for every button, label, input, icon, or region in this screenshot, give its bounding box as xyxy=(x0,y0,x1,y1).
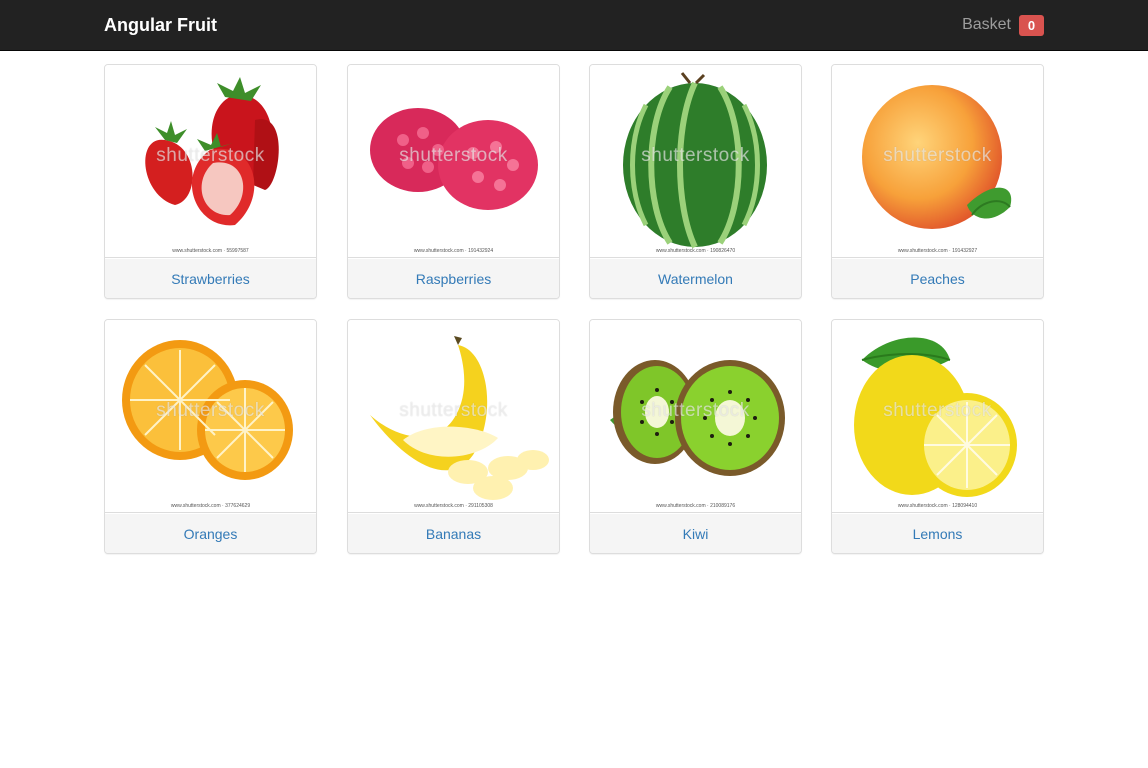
product-card-strawberries[interactable]: shutterstock www.shutterstock.com · 5599… xyxy=(104,64,317,299)
peach-icon xyxy=(862,85,1012,229)
product-card-oranges[interactable]: shutterstock www.shutterstock.com · 3776… xyxy=(104,319,317,554)
product-image[interactable]: shutterstock www.shutterstock.com · 1914… xyxy=(348,65,559,258)
product-image[interactable]: shutterstock www.shutterstock.com · 5599… xyxy=(105,65,316,258)
product-name[interactable]: Lemons xyxy=(832,514,1043,553)
product-name[interactable]: Strawberries xyxy=(105,259,316,298)
product-card-peaches[interactable]: shutterstock www.shutterstock.com · 1914… xyxy=(831,64,1044,299)
product-image[interactable]: shutterstock www.shutterstock.com · 2100… xyxy=(590,320,801,513)
product-card-watermelon[interactable]: shutterstock www.shutterstock.com · 1908… xyxy=(589,64,802,299)
basket-link[interactable]: Basket 0 xyxy=(962,14,1044,36)
product-card-raspberries[interactable]: shutterstock www.shutterstock.com · 1914… xyxy=(347,64,560,299)
product-name[interactable]: Raspberries xyxy=(348,259,559,298)
product-card-bananas[interactable]: shutterstock www.shutterstock.com · 2911… xyxy=(347,319,560,554)
product-image[interactable]: shutterstock www.shutterstock.com · 2911… xyxy=(348,320,559,513)
product-image[interactable]: shutterstock www.shutterstock.com · 1908… xyxy=(590,65,801,258)
banana-icon xyxy=(370,336,549,500)
kiwi-icon xyxy=(610,360,785,476)
product-name[interactable]: Kiwi xyxy=(590,514,801,553)
product-name[interactable]: Peaches xyxy=(832,259,1043,298)
navbar: Angular Fruit Basket 0 xyxy=(0,0,1148,51)
basket-count-badge: 0 xyxy=(1019,14,1044,36)
product-name[interactable]: Oranges xyxy=(105,514,316,553)
product-name[interactable]: Bananas xyxy=(348,514,559,553)
product-name[interactable]: Watermelon xyxy=(590,259,801,298)
basket-label: Basket xyxy=(962,16,1011,33)
product-card-lemons[interactable]: shutterstock www.shutterstock.com · 1280… xyxy=(831,319,1044,554)
raspberry-icon xyxy=(370,108,538,210)
product-image[interactable]: shutterstock www.shutterstock.com · 1914… xyxy=(832,65,1043,258)
product-image[interactable]: shutterstock www.shutterstock.com · 1280… xyxy=(832,320,1043,513)
lemon-icon xyxy=(854,337,1017,497)
brand-link[interactable]: Angular Fruit xyxy=(104,14,217,36)
watermelon-icon xyxy=(623,72,767,249)
strawberry-icon xyxy=(145,77,279,226)
product-image[interactable]: shutterstock www.shutterstock.com · 3776… xyxy=(105,320,316,513)
orange-icon xyxy=(122,340,293,480)
product-card-kiwi[interactable]: shutterstock www.shutterstock.com · 2100… xyxy=(589,319,802,554)
